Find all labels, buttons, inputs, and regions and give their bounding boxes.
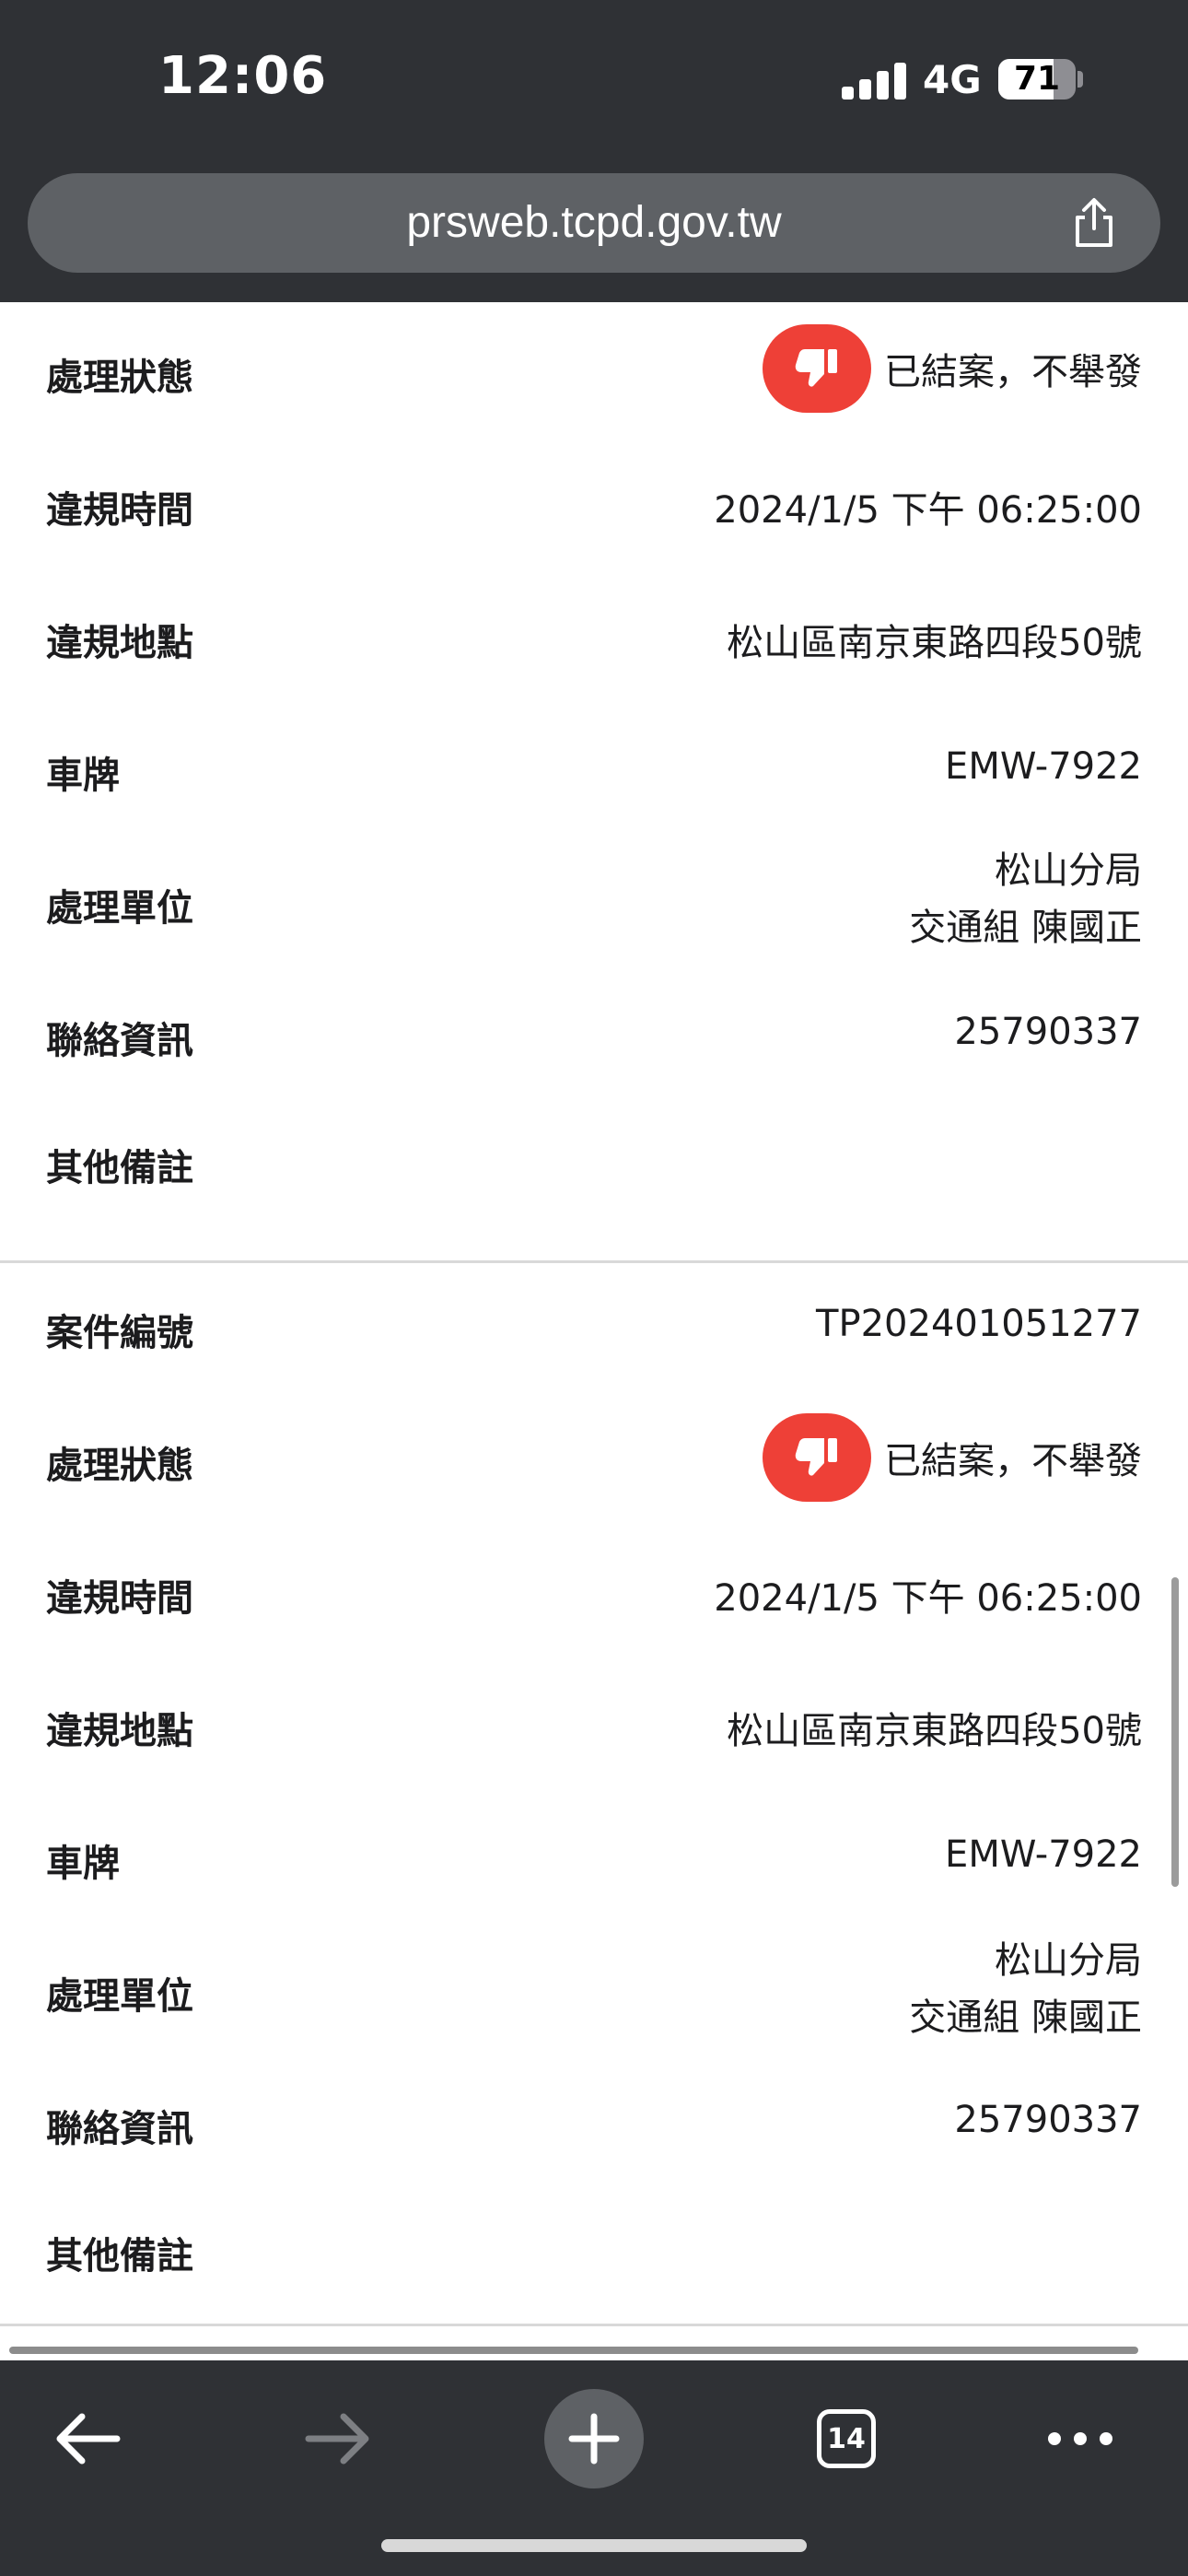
unit-value: 松山分局 交通組 陳國正	[909, 1932, 1142, 2046]
contact-label: 聯絡資訊	[46, 2108, 193, 2150]
violation-location-label: 違規地點	[46, 622, 193, 664]
thumbs-down-icon	[763, 324, 871, 413]
unit-label: 處理單位	[46, 1975, 193, 2018]
record-1-plate-row: 車牌 EMW-7922	[0, 700, 1188, 833]
case-number-label: 案件編號	[46, 1312, 193, 1354]
more-dots-icon	[1048, 2432, 1112, 2445]
signal-strength-icon	[842, 61, 906, 100]
record-2-status-row: 處理狀態 已結案，不舉發	[0, 1396, 1188, 1528]
tabs-button[interactable]: 14	[805, 2397, 888, 2480]
battery-cap	[1077, 71, 1083, 88]
case-records: 處理狀態 已結案，不舉發 違規時間 2024/1/5 下午 06:25:00 違…	[0, 302, 1188, 2359]
record-2-plate-row: 車牌 EMW-7922	[0, 1794, 1188, 1926]
unit-line-2: 交通組 陳國正	[909, 907, 1142, 949]
violation-time-value: 2024/1/5 下午 06:25:00	[714, 1577, 1142, 1620]
url-text[interactable]: prsweb.tcpd.gov.tw	[28, 173, 1160, 273]
status-text: 已結案，不舉發	[884, 351, 1142, 393]
unit-value: 松山分局 交通組 陳國正	[909, 842, 1142, 956]
status-value: 已結案，不舉發	[763, 1413, 1142, 1502]
browser-top-bar: 12:06 4G 71 prsweb.tcpd.gov.tw	[0, 0, 1188, 302]
contact-value: 25790337	[954, 1011, 1142, 1053]
record-1-status-row: 處理狀態 已結案，不舉發	[0, 302, 1188, 435]
violation-location-value: 松山區南京東路四段50號	[727, 1710, 1142, 1752]
plate-value: EMW-7922	[945, 745, 1142, 788]
remarks-label: 其他備註	[46, 1147, 193, 1189]
plate-label: 車牌	[46, 755, 120, 797]
record-2-unit-row: 處理單位 松山分局 交通組 陳國正	[0, 1926, 1188, 2059]
status-label: 處理狀態	[46, 1445, 193, 1487]
record-1-unit-row: 處理單位 松山分局 交通組 陳國正	[0, 833, 1188, 966]
record-2-time-row: 違規時間 2024/1/5 下午 06:25:00	[0, 1528, 1188, 1661]
new-tab-button[interactable]	[544, 2389, 644, 2488]
horizontal-scrollbar[interactable]	[9, 2347, 1138, 2354]
battery-icon: 71	[998, 59, 1076, 100]
network-type: 4G	[923, 57, 982, 102]
record-1-contact-row: 聯絡資訊 25790337	[0, 966, 1188, 1098]
violation-time-label: 違規時間	[46, 1577, 193, 1620]
battery-level: 71	[1013, 60, 1061, 98]
plate-label: 車牌	[46, 1843, 120, 1885]
unit-line-1: 松山分局	[995, 1939, 1142, 1982]
status-time: 12:06	[158, 46, 328, 106]
status-value: 已結案，不舉發	[763, 324, 1142, 413]
contact-label: 聯絡資訊	[46, 1020, 193, 1062]
record-2-remarks-row: 其他備註	[0, 2192, 1188, 2324]
record-2-location-row: 違規地點 松山區南京東路四段50號	[0, 1661, 1188, 1794]
violation-time-label: 違規時間	[46, 489, 193, 532]
forward-button[interactable]	[297, 2397, 379, 2480]
violation-location-label: 違規地點	[46, 1710, 193, 1752]
more-menu-button[interactable]	[1039, 2397, 1122, 2480]
contact-value: 25790337	[954, 2099, 1142, 2141]
status-label: 處理狀態	[46, 357, 193, 399]
unit-line-1: 松山分局	[995, 849, 1142, 892]
back-arrow-icon	[56, 2413, 121, 2465]
plus-icon	[568, 2413, 620, 2465]
address-bar[interactable]: prsweb.tcpd.gov.tw	[28, 173, 1160, 273]
back-button[interactable]	[46, 2397, 129, 2480]
violation-time-value: 2024/1/5 下午 06:25:00	[714, 489, 1142, 532]
case-number-value: TP202401051277	[816, 1303, 1142, 1345]
unit-label: 處理單位	[46, 887, 193, 930]
record-divider	[0, 2324, 1188, 2326]
thumbs-down-icon	[763, 1413, 871, 1502]
plate-value: EMW-7922	[945, 1833, 1142, 1876]
record-1-time-row: 違規時間 2024/1/5 下午 06:25:00	[0, 435, 1188, 568]
violation-location-value: 松山區南京東路四段50號	[727, 622, 1142, 664]
unit-line-2: 交通組 陳國正	[909, 1996, 1142, 2039]
record-1-location-row: 違規地點 松山區南京東路四段50號	[0, 568, 1188, 700]
record-2-contact-row: 聯絡資訊 25790337	[0, 2059, 1188, 2192]
forward-arrow-icon	[305, 2413, 369, 2465]
remarks-label: 其他備註	[46, 2235, 193, 2277]
home-indicator[interactable]	[381, 2539, 807, 2552]
tab-count: 14	[817, 2409, 876, 2468]
vertical-scrollbar[interactable]	[1171, 1577, 1179, 1887]
record-2-case-row: 案件編號 TP202401051277	[0, 1263, 1188, 1396]
share-icon[interactable]	[1066, 195, 1122, 251]
record-1-remarks-row: 其他備註	[0, 1098, 1188, 1231]
status-text: 已結案，不舉發	[884, 1440, 1142, 1482]
